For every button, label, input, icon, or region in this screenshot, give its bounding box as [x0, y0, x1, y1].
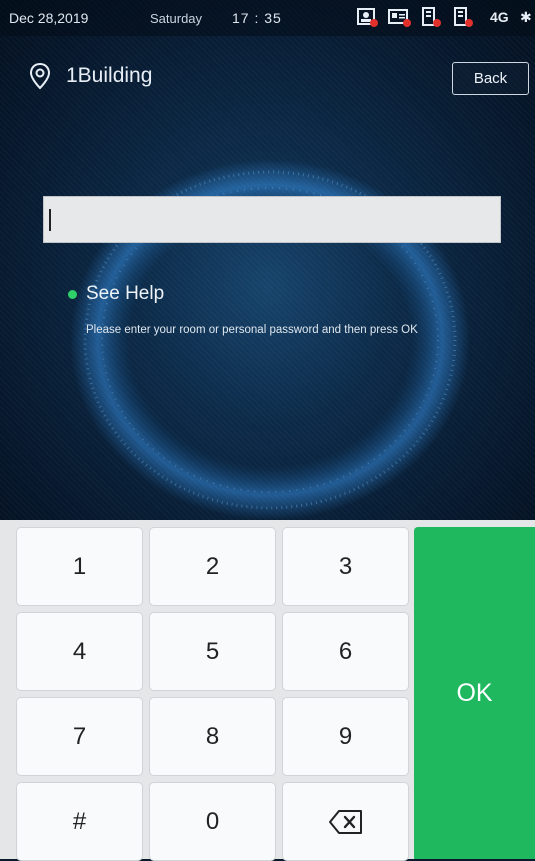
status-date: Dec 28,2019	[9, 10, 89, 26]
key-3[interactable]: 3	[282, 527, 409, 606]
back-button[interactable]: Back	[452, 62, 529, 95]
key-7[interactable]: 7	[16, 697, 143, 776]
location-header: 1Building	[28, 62, 152, 90]
see-help-label: See Help	[86, 283, 165, 304]
camera-error-icon	[355, 6, 379, 28]
backspace-icon	[328, 809, 362, 834]
key-hash[interactable]: #	[16, 782, 143, 861]
text-caret	[49, 209, 51, 231]
key-5[interactable]: 5	[149, 612, 276, 691]
ok-button[interactable]: OK	[414, 527, 535, 859]
instruction-text: Please enter your room or personal passw…	[86, 324, 418, 336]
password-input[interactable]	[43, 196, 501, 243]
key-8[interactable]: 8	[149, 697, 276, 776]
network-4g-icon: 4G	[490, 9, 509, 25]
status-icons	[355, 6, 475, 28]
location-pin-icon	[29, 62, 51, 90]
bluetooth-icon: ✱	[520, 9, 532, 25]
status-bar: Dec 28,2019 Saturday 17 : 35 4G ✱	[0, 0, 535, 36]
delete-key[interactable]	[282, 782, 409, 861]
key-0[interactable]: 0	[149, 782, 276, 861]
key-9[interactable]: 9	[282, 697, 409, 776]
status-dot-icon	[68, 289, 77, 299]
key-6[interactable]: 6	[282, 612, 409, 691]
background-screen: Dec 28,2019 Saturday 17 : 35 4G ✱ 1Build…	[0, 0, 535, 520]
status-time: 17 : 35	[232, 10, 282, 26]
key-2[interactable]: 2	[149, 527, 276, 606]
lock-error-icon	[419, 6, 443, 28]
key-4[interactable]: 4	[16, 612, 143, 691]
see-help-link[interactable]: See Help	[68, 283, 164, 305]
lock2-error-icon	[451, 6, 475, 28]
status-day: Saturday	[150, 11, 203, 26]
key-1[interactable]: 1	[16, 527, 143, 606]
id-card-error-icon	[387, 6, 411, 28]
building-name: 1Building	[66, 64, 153, 87]
